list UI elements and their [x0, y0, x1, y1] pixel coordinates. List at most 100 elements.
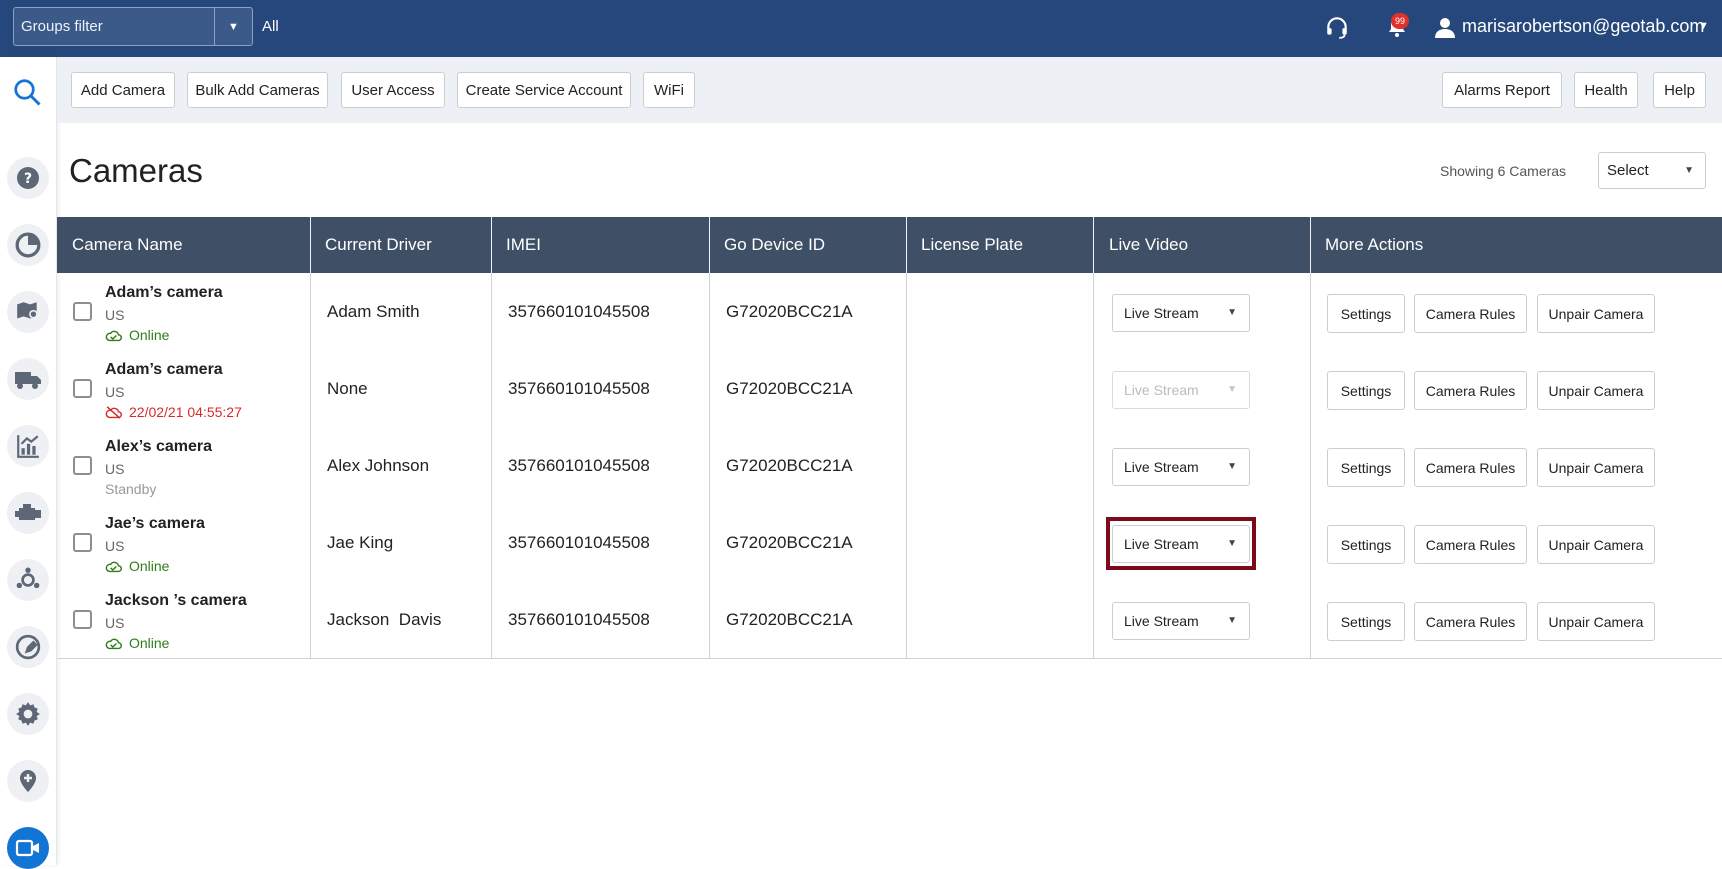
- column-header[interactable]: IMEI: [491, 217, 541, 273]
- camera-name[interactable]: Adam’s camera: [105, 361, 223, 379]
- camera-region: US: [105, 461, 125, 477]
- truck-icon[interactable]: [7, 358, 49, 400]
- camera-region: US: [105, 538, 125, 554]
- chevron-down-icon: ▼: [1684, 165, 1694, 176]
- row-checkbox[interactable]: [73, 302, 92, 321]
- sidebar: ?: [0, 57, 57, 869]
- cloud-online-icon: [105, 638, 122, 649]
- settings-icon[interactable]: [7, 693, 49, 735]
- marketplace-icon[interactable]: [7, 760, 49, 802]
- health-button[interactable]: Health: [1574, 72, 1638, 108]
- column-header[interactable]: License Plate: [906, 217, 1023, 273]
- user-access-button[interactable]: User Access: [341, 72, 445, 108]
- showing-count: Showing 6 Cameras: [1440, 163, 1567, 179]
- table-row: Adam’s camera US Online Adam Smith 35766…: [57, 274, 1722, 351]
- table-row: Jackson ’s camera US Online Jackson Davi…: [57, 582, 1722, 659]
- create-service-account-button[interactable]: Create Service Account: [457, 72, 631, 108]
- live-stream-dropdown[interactable]: Live Stream ▼: [1112, 602, 1250, 640]
- chevron-down-icon: ▼: [1227, 307, 1237, 318]
- driver-cell: Jackson Davis: [327, 610, 442, 629]
- camera-rules-button[interactable]: Camera Rules: [1414, 525, 1527, 564]
- status-text: Online: [129, 327, 170, 343]
- chevron-down-icon[interactable]: ▼: [214, 8, 252, 45]
- bulk-add-cameras-button[interactable]: Bulk Add Cameras: [187, 72, 328, 108]
- settings-button[interactable]: Settings: [1327, 525, 1405, 564]
- camera-name[interactable]: Jae’s camera: [105, 515, 205, 533]
- settings-button[interactable]: Settings: [1327, 294, 1405, 333]
- svg-text:?: ?: [24, 171, 32, 187]
- add-camera-button[interactable]: Add Camera: [71, 72, 175, 108]
- camera-status: Online: [105, 327, 169, 343]
- headset-icon[interactable]: [1322, 12, 1352, 42]
- camera-region: US: [105, 307, 125, 323]
- unpair-camera-button[interactable]: Unpair Camera: [1537, 371, 1655, 410]
- engine-icon[interactable]: [7, 492, 49, 534]
- cloud-online-icon: [105, 561, 122, 572]
- wifi-button[interactable]: WiFi: [643, 72, 695, 108]
- column-header[interactable]: Current Driver: [310, 217, 432, 273]
- table-row: Adam’s camera US 22/02/21 04:55:27 None …: [57, 351, 1722, 428]
- camera-rules-button[interactable]: Camera Rules: [1414, 371, 1527, 410]
- camera-rules-button[interactable]: Camera Rules: [1414, 294, 1527, 333]
- column-header[interactable]: Live Video: [1094, 217, 1188, 273]
- imei-cell: 357660101045508: [508, 456, 650, 475]
- map-icon[interactable]: [7, 291, 49, 333]
- unpair-camera-button[interactable]: Unpair Camera: [1537, 602, 1655, 641]
- camera-status: Standby: [105, 481, 156, 497]
- live-stream-label: Live Stream: [1124, 305, 1199, 321]
- column-divider: [709, 217, 710, 273]
- dashboard-icon[interactable]: [7, 224, 49, 266]
- notification-badge: 99: [1391, 13, 1409, 29]
- user-menu-chevron-icon[interactable]: ▼: [1698, 20, 1709, 32]
- column-header[interactable]: Camera Name: [57, 217, 183, 273]
- settings-button[interactable]: Settings: [1327, 448, 1405, 487]
- groups-filter[interactable]: Groups filter ▼: [13, 7, 253, 46]
- unpair-camera-button[interactable]: Unpair Camera: [1537, 525, 1655, 564]
- user-email[interactable]: marisarobertson@geotab.com: [1462, 16, 1704, 37]
- settings-button[interactable]: Settings: [1327, 371, 1405, 410]
- settings-button[interactable]: Settings: [1327, 602, 1405, 641]
- camera-status: 22/02/21 04:55:27: [105, 404, 242, 420]
- row-checkbox[interactable]: [73, 610, 92, 629]
- go-device-cell: G72020BCC21A: [726, 533, 853, 552]
- cloud-offline-icon: [105, 405, 122, 419]
- driver-cell: None: [327, 379, 368, 398]
- camera-rules-button[interactable]: Camera Rules: [1414, 602, 1527, 641]
- column-header[interactable]: Go Device ID: [709, 217, 825, 273]
- help-button[interactable]: Help: [1653, 72, 1706, 108]
- camera-icon[interactable]: [7, 827, 49, 869]
- alarms-report-button[interactable]: Alarms Report: [1442, 72, 1562, 108]
- live-stream-dropdown[interactable]: Live Stream ▼: [1112, 525, 1250, 563]
- live-stream-dropdown[interactable]: Live Stream ▼: [1112, 448, 1250, 486]
- camera-name[interactable]: Alex’s camera: [105, 438, 212, 456]
- zones-icon[interactable]: [7, 626, 49, 668]
- table-row: Jae’s camera US Online Jae King 35766010…: [57, 505, 1722, 582]
- table-header: Camera Name Current Driver IMEI Go Devic…: [57, 217, 1722, 273]
- row-checkbox[interactable]: [73, 379, 92, 398]
- row-checkbox[interactable]: [73, 456, 92, 475]
- cloud-online-icon: [105, 330, 122, 341]
- search-icon[interactable]: [12, 77, 42, 112]
- row-checkbox[interactable]: [73, 533, 92, 552]
- live-stream-dropdown[interactable]: Live Stream ▼: [1112, 294, 1250, 332]
- unpair-camera-button[interactable]: Unpair Camera: [1537, 448, 1655, 487]
- unpair-camera-button[interactable]: Unpair Camera: [1537, 294, 1655, 333]
- go-device-cell: G72020BCC21A: [726, 379, 853, 398]
- select-dropdown[interactable]: Select ▼: [1598, 152, 1706, 189]
- imei-cell: 357660101045508: [508, 379, 650, 398]
- camera-status: Online: [105, 558, 169, 574]
- camera-name[interactable]: Jackson ’s camera: [105, 592, 247, 610]
- help-icon[interactable]: ?: [7, 157, 49, 199]
- camera-name[interactable]: Adam’s camera: [105, 284, 223, 302]
- status-text: Online: [129, 558, 170, 574]
- column-header[interactable]: More Actions: [1310, 217, 1423, 273]
- reports-icon[interactable]: [7, 425, 49, 467]
- camera-rules-button[interactable]: Camera Rules: [1414, 448, 1527, 487]
- user-icon[interactable]: [1430, 12, 1460, 42]
- groups-filter-label[interactable]: Groups filter: [14, 8, 214, 45]
- rules-icon[interactable]: [7, 559, 49, 601]
- page-title: Cameras: [69, 152, 203, 189]
- status-text: Standby: [105, 481, 157, 497]
- driver-cell: Adam Smith: [327, 302, 420, 321]
- column-divider: [491, 217, 492, 273]
